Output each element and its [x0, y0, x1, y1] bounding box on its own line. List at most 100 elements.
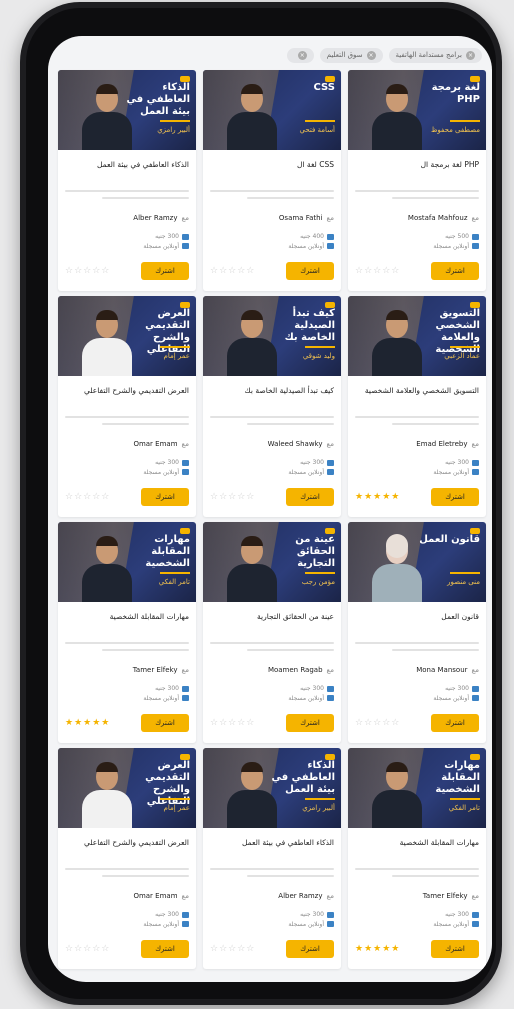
filter-tag[interactable]: ×	[286, 47, 314, 63]
course-card[interactable]: قانون العمل منى منصور قانون العمل مع Mon…	[348, 522, 486, 743]
instructor-name[interactable]: Alber Ramzy	[278, 892, 322, 900]
instructor-name[interactable]: Waleed Shawky	[268, 440, 323, 448]
instructor-name[interactable]: Moamen Ragab	[268, 666, 323, 674]
course-thumbnail[interactable]: قانون العمل منى منصور	[348, 522, 486, 602]
course-thumbnail[interactable]: الذكاء العاطفي في بيئة العمل ألبير رامزي	[58, 70, 196, 150]
enroll-button[interactable]: اشترك	[431, 714, 479, 732]
price-row: 300 جنيه	[210, 458, 334, 468]
course-card[interactable]: الذكاء العاطفي في بيئة العمل ألبير رامزي…	[203, 748, 341, 969]
price-tag-icon	[327, 459, 334, 466]
instructor-name[interactable]: Omar Emam	[133, 440, 177, 448]
enroll-button[interactable]: اشترك	[431, 262, 479, 280]
enroll-button[interactable]: اشترك	[286, 262, 334, 280]
course-title[interactable]: العرض التقديمي والشرح التفاعلي	[65, 838, 189, 860]
course-card[interactable]: لغة برمجة PHP مصطفى محفوظ PHP لغة برمجة …	[348, 70, 486, 291]
course-card[interactable]: كيف تبدأ الصيدلية الخاصة بك وليد شوقي كي…	[203, 296, 341, 517]
description-line	[392, 197, 479, 199]
with-label: مع	[471, 892, 479, 900]
instructor-name[interactable]: Tamer Elfeky	[133, 666, 178, 674]
course-title[interactable]: الذكاء العاطفي في بيئة العمل	[65, 160, 189, 182]
course-thumbnail[interactable]: العرض التقديمي والشرح التفاعلي عمر إمام	[58, 296, 196, 376]
course-card[interactable]: CSS أسامة فتحي CSS لغة ال مع Osama Fathi…	[203, 70, 341, 291]
description-line	[210, 642, 334, 644]
enroll-button[interactable]: اشترك	[141, 262, 189, 280]
card-footer: اشترك ☆☆☆☆☆	[65, 939, 189, 959]
course-title[interactable]: عينة من الحقائق التجارية	[210, 612, 334, 634]
thumbnail-instructor: عمر إمام	[163, 352, 190, 360]
enroll-button[interactable]: اشترك	[431, 488, 479, 506]
course-thumbnail[interactable]: عينة من الحقائق التجارية مؤمن رجب	[203, 522, 341, 602]
course-title[interactable]: الذكاء العاطفي في بيئة العمل	[210, 838, 334, 860]
course-thumbnail[interactable]: مهارات المقابلة الشخصية تامر الفكي	[348, 748, 486, 828]
course-card[interactable]: مهارات المقابلة الشخصية تامر الفكي مهارا…	[58, 522, 196, 743]
enroll-button[interactable]: اشترك	[286, 714, 334, 732]
course-thumbnail[interactable]: CSS أسامة فتحي	[203, 70, 341, 150]
thumbnail-instructor: تامر الفكي	[448, 804, 480, 812]
card-footer: اشترك ☆☆☆☆☆	[65, 487, 189, 507]
instructor-name[interactable]: Mona Mansour	[416, 666, 467, 674]
card-footer: اشترك ☆☆☆☆☆	[210, 261, 334, 281]
instructor-row: مع Tamer Elfeky	[65, 666, 189, 674]
filter-tag-bar: × برامج مستدامة الهاتفية × سوق التعليم ×	[58, 44, 482, 66]
enroll-button[interactable]: اشترك	[141, 488, 189, 506]
enroll-button[interactable]: اشترك	[286, 940, 334, 958]
instructor-name[interactable]: Tamer Elfeky	[423, 892, 468, 900]
course-title[interactable]: العرض التقديمي والشرح التفاعلي	[65, 386, 189, 408]
course-title[interactable]: التسويق الشخصي والعلامة الشخصية	[355, 386, 479, 408]
close-icon[interactable]: ×	[366, 50, 376, 60]
description-line	[247, 423, 334, 425]
course-title[interactable]: PHP لغة برمجة ال	[355, 160, 479, 182]
course-title[interactable]: CSS لغة ال	[210, 160, 334, 182]
course-thumbnail[interactable]: كيف تبدأ الصيدلية الخاصة بك وليد شوقي	[203, 296, 341, 376]
instructor-name[interactable]: Alber Ramzy	[133, 214, 177, 222]
course-title[interactable]: مهارات المقابلة الشخصية	[355, 838, 479, 860]
instructor-name[interactable]: Emad Eletreby	[416, 440, 467, 448]
description-line	[210, 416, 334, 418]
enroll-button[interactable]: اشترك	[431, 940, 479, 958]
course-thumbnail[interactable]: مهارات المقابلة الشخصية تامر الفكي	[58, 522, 196, 602]
course-thumbnail[interactable]: لغة برمجة PHP مصطفى محفوظ	[348, 70, 486, 150]
with-label: مع	[326, 214, 334, 222]
close-icon[interactable]: ×	[466, 50, 475, 60]
enroll-button[interactable]: اشترك	[286, 488, 334, 506]
instructor-name[interactable]: Omar Emam	[133, 892, 177, 900]
course-title[interactable]: مهارات المقابلة الشخصية	[65, 612, 189, 634]
course-meta: 300 جنيه أونلاين مسجلة	[210, 458, 334, 477]
course-description	[65, 868, 189, 886]
course-card[interactable]: مهارات المقابلة الشخصية تامر الفكي مهارا…	[348, 748, 486, 969]
filter-tag[interactable]: × برامج مستدامة الهاتفية	[388, 47, 482, 63]
filter-tag[interactable]: × سوق التعليم	[319, 47, 383, 63]
course-thumbnail[interactable]: الذكاء العاطفي في بيئة العمل ألبير رامزي	[203, 748, 341, 828]
course-title[interactable]: كيف تبدأ الصيدلية الخاصة بك	[210, 386, 334, 408]
course-meta: 300 جنيه أونلاين مسجلة	[210, 684, 334, 703]
course-card[interactable]: العرض التقديمي والشرح التفاعلي عمر إمام …	[58, 296, 196, 517]
card-body: PHP لغة برمجة ال مع Mostafa Mahfouz 500 …	[348, 150, 486, 251]
photo-hair	[386, 310, 408, 320]
thumbnail-title: التسويق الشخصي والعلامة الشخصية	[435, 308, 480, 355]
course-thumbnail[interactable]: التسويق الشخصي والعلامة الشخصية عماد الز…	[348, 296, 486, 376]
course-thumbnail[interactable]: العرض التقديمي والشرح التفاعلي عمر إمام	[58, 748, 196, 828]
course-mode: أونلاين مسجلة	[143, 242, 179, 250]
instructor-name[interactable]: Mostafa Mahfouz	[408, 214, 468, 222]
course-card[interactable]: الذكاء العاطفي في بيئة العمل ألبير رامزي…	[58, 70, 196, 291]
instructor-row: مع Osama Fathi	[210, 214, 334, 222]
course-price: 300 جنيه	[155, 459, 179, 466]
instructor-name[interactable]: Osama Fathi	[279, 214, 323, 222]
course-card[interactable]: العرض التقديمي والشرح التفاعلي عمر إمام …	[58, 748, 196, 969]
photo-hair	[96, 310, 118, 320]
course-card[interactable]: التسويق الشخصي والعلامة الشخصية عماد الز…	[348, 296, 486, 517]
accent-bar	[305, 346, 335, 348]
course-title[interactable]: قانون العمل	[355, 612, 479, 634]
card-body: التسويق الشخصي والعلامة الشخصية مع Emad …	[348, 376, 486, 477]
price-row: 300 جنيه	[210, 910, 334, 920]
enroll-button[interactable]: اشترك	[141, 940, 189, 958]
course-card[interactable]: عينة من الحقائق التجارية مؤمن رجب عينة م…	[203, 522, 341, 743]
thumbnail-title: مهارات المقابلة الشخصية	[145, 534, 190, 569]
thumbnail-title: عينة من الحقائق التجارية	[295, 534, 335, 569]
price-row: 500 جنيه	[355, 232, 479, 242]
close-icon[interactable]: ×	[297, 50, 307, 60]
instructor-row: مع Tamer Elfeky	[355, 892, 479, 900]
thumbnail-instructor: مصطفى محفوظ	[430, 126, 480, 134]
price-row: 300 جنيه	[65, 458, 189, 468]
enroll-button[interactable]: اشترك	[141, 714, 189, 732]
